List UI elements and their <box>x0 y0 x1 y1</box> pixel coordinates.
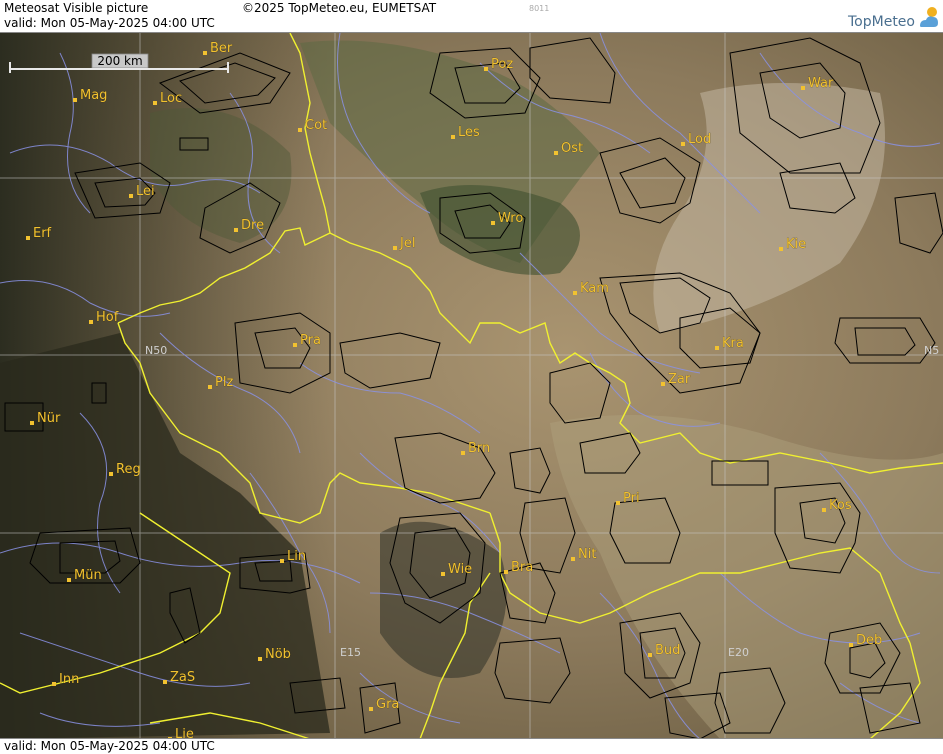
valid-time: valid: Mon 05-May-2025 04:00 UTC <box>4 16 215 30</box>
city-dot-icon <box>52 682 56 686</box>
city-dot-icon <box>26 236 30 240</box>
city-label-deb: Deb <box>856 633 882 648</box>
city-label-mag: Mag <box>80 88 107 103</box>
city-dot-icon <box>30 421 34 425</box>
city-label-zas: ZaS <box>170 670 195 685</box>
footer-valid-time: valid: Mon 05-May-2025 04:00 UTC <box>4 739 215 753</box>
satellite-map[interactable]: 200 km N50 N5 E15 E20 Ber Mag Loc Cot Poz War… <box>0 33 943 739</box>
city-label-kie: Kie <box>786 237 806 252</box>
city-label-kra: Kra <box>722 336 744 351</box>
city-label-nob: Nöb <box>265 647 291 662</box>
grid-label-e20: E20 <box>728 646 749 659</box>
satellite-viewer: Meteosat Visible picture valid: Mon 05-M… <box>0 0 943 754</box>
city-label-loc: Loc <box>160 91 182 106</box>
city-dot-icon <box>571 557 575 561</box>
city-dot-icon <box>280 559 284 563</box>
header-bar: Meteosat Visible picture valid: Mon 05-M… <box>0 0 943 33</box>
city-dot-icon <box>293 343 297 347</box>
city-label-wie: Wie <box>448 562 472 577</box>
city-label-bud: Bud <box>655 643 680 658</box>
city-dot-icon <box>451 135 455 139</box>
copyright-text: ©2025 TopMeteo.eu, EUMETSAT <box>242 1 437 15</box>
city-label-ber: Ber <box>210 41 233 56</box>
city-dot-icon <box>73 98 77 102</box>
city-dot-icon <box>801 86 805 90</box>
city-label-brn: Brn <box>468 441 490 456</box>
city-label-les: Les <box>458 125 480 140</box>
city-label-nit: Nit <box>578 547 596 562</box>
grid-label-e15: E15 <box>340 646 361 659</box>
city-dot-icon <box>208 385 212 389</box>
city-label-inn: Inn <box>59 672 79 687</box>
city-dot-icon <box>681 142 685 146</box>
city-dot-icon <box>258 657 262 661</box>
city-label-kam: Kam <box>580 281 609 296</box>
city-label-lin: Lin <box>287 549 306 564</box>
city-label-lei: Lei <box>136 184 155 199</box>
city-label-pra: Pra <box>300 333 321 348</box>
city-dot-icon <box>109 472 113 476</box>
grid-label-n50: N50 <box>145 344 167 357</box>
city-dot-icon <box>491 221 495 225</box>
city-dot-icon <box>203 51 207 55</box>
city-label-wro: Wro <box>498 211 523 226</box>
city-label-cot: Cot <box>305 118 327 133</box>
brand-logo[interactable]: TopMeteo <box>848 2 939 30</box>
sun-cloud-icon <box>920 7 938 27</box>
city-label-mun: Mün <box>74 568 102 583</box>
city-label-war: War <box>808 76 834 91</box>
city-dot-icon <box>779 247 783 251</box>
footer-bar: valid: Mon 05-May-2025 04:00 UTC <box>0 738 943 754</box>
city-label-plz: Plz <box>215 375 233 390</box>
city-dot-icon <box>648 653 652 657</box>
city-dot-icon <box>234 228 238 232</box>
city-dot-icon <box>163 680 167 684</box>
city-dot-icon <box>822 508 826 512</box>
city-label-gra: Gra <box>376 697 399 712</box>
city-dot-icon <box>393 246 397 250</box>
city-label-lod: Lod <box>688 132 711 147</box>
city-label-hof: Hof <box>96 310 119 325</box>
city-label-poz: Poz <box>491 57 513 72</box>
brand-name: TopMeteo <box>848 14 915 30</box>
grid-label-n50-right: N5 <box>924 344 939 357</box>
dark-terrain-vienna <box>380 521 507 678</box>
product-title: Meteosat Visible picture <box>4 1 149 15</box>
city-label-jel: Jel <box>399 236 415 251</box>
city-dot-icon <box>369 707 373 711</box>
city-dot-icon <box>441 572 445 576</box>
city-dot-icon <box>67 578 71 582</box>
city-dot-icon <box>849 643 853 647</box>
city-label-dre: Dre <box>241 218 264 233</box>
city-label-ost: Ost <box>561 141 583 156</box>
city-dot-icon <box>298 128 302 132</box>
city-dot-icon <box>554 151 558 155</box>
city-dot-icon <box>484 67 488 71</box>
city-dot-icon <box>715 346 719 350</box>
image-code: 8011 <box>529 4 550 13</box>
city-label-bra: Bra <box>511 560 533 575</box>
city-label-erf: Erf <box>33 226 52 241</box>
city-label-reg: Reg <box>116 462 141 477</box>
city-dot-icon <box>461 451 465 455</box>
city-dot-icon <box>129 194 133 198</box>
city-label-nur: Nür <box>37 411 61 426</box>
city-label-zar: Zar <box>668 372 691 387</box>
city-dot-icon <box>616 501 620 505</box>
city-dot-icon <box>504 570 508 574</box>
city-dot-icon <box>661 382 665 386</box>
city-dot-icon <box>153 101 157 105</box>
city-label-kos: Kos <box>829 498 852 513</box>
scale-label: 200 km <box>97 54 142 68</box>
city-dot-icon <box>573 291 577 295</box>
city-label-pri: Pri <box>623 491 640 506</box>
city-dot-icon <box>89 320 93 324</box>
